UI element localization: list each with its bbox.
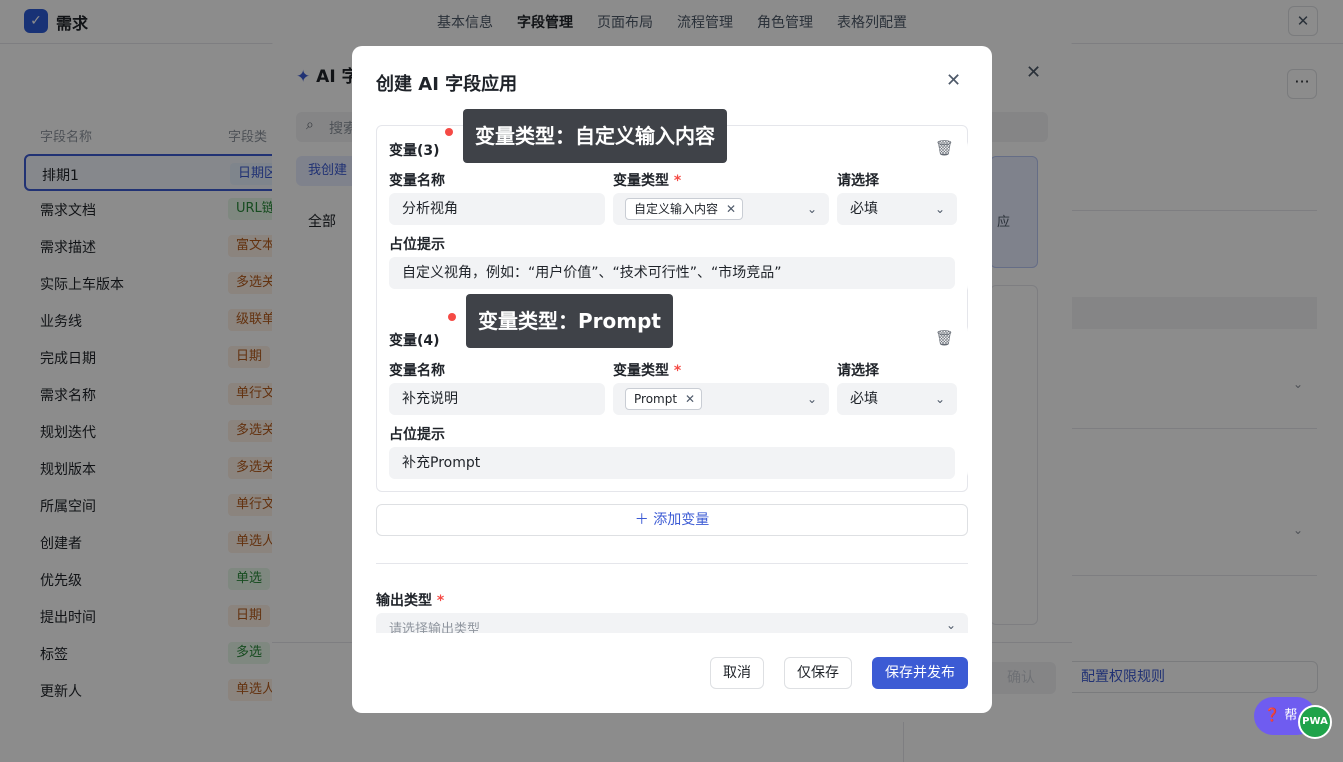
variable-type-select[interactable]: 自定义输入内容 ✕ ⌄	[613, 193, 829, 225]
type-tag: 自定义输入内容 ✕	[625, 198, 744, 220]
help-icon: ❓	[1264, 708, 1281, 723]
save-and-publish-button[interactable]: 保存并发布	[872, 657, 968, 689]
required-mark: *	[673, 173, 682, 189]
tooltip: 变量类型：Prompt	[466, 294, 673, 348]
chevron-down-icon: ⌄	[806, 202, 817, 216]
required-mark: *	[673, 363, 682, 379]
divider	[376, 563, 968, 564]
variable-type-select[interactable]: Prompt ✕ ⌄	[613, 383, 829, 415]
chevron-down-icon: ⌄	[945, 618, 956, 632]
variable-title: 变量(3)	[389, 143, 440, 159]
dialog-title: 创建 AI 字段应用	[376, 74, 518, 95]
variable-type-label: 变量类型 *	[613, 360, 681, 380]
required-select[interactable]: 必填 ⌄	[837, 383, 957, 415]
required-mark: *	[436, 593, 445, 609]
close-icon[interactable]: ✕	[726, 199, 736, 219]
pointer-dot	[448, 313, 456, 321]
chevron-down-icon: ⌄	[934, 202, 945, 216]
variable-title: 变量(4)	[389, 333, 440, 349]
close-icon[interactable]: ✕	[685, 389, 695, 409]
variable-type-label-text: 变量类型	[613, 363, 669, 379]
output-type-label: 输出类型 *	[376, 590, 444, 610]
trash-icon[interactable]: 🗑	[935, 139, 954, 157]
plus-icon: ＋	[634, 512, 649, 528]
variable-name-input[interactable]: 补充说明	[389, 383, 605, 415]
placeholder-hint-input[interactable]: 补充Prompt	[389, 447, 955, 479]
placeholder-hint-label: 占位提示	[389, 427, 445, 443]
help-label: 帮	[1284, 708, 1298, 723]
variable-name-input[interactable]: 分析视角	[389, 193, 605, 225]
variable-name-label: 变量名称	[389, 173, 445, 189]
output-type-label-text: 输出类型	[376, 593, 432, 609]
variable-type-label-text: 变量类型	[613, 173, 669, 189]
tooltip: 变量类型：自定义输入内容	[463, 109, 727, 163]
output-type-placeholder: 请选择输出类型	[389, 622, 481, 633]
required-select[interactable]: 必填 ⌄	[837, 193, 957, 225]
close-icon[interactable]: ✕	[946, 70, 961, 91]
type-tag-label: Prompt	[634, 392, 678, 406]
type-tag-label: 自定义输入内容	[634, 202, 719, 216]
chevron-down-icon: ⌄	[806, 392, 817, 406]
add-variable-button[interactable]: ＋ 添加变量	[376, 504, 968, 536]
required-select-value: 必填	[850, 201, 878, 217]
variable-type-label: 变量类型 *	[613, 170, 681, 190]
type-tag: Prompt ✕	[625, 388, 703, 410]
placeholder-hint-label: 占位提示	[389, 237, 445, 253]
chevron-down-icon: ⌄	[934, 392, 945, 406]
required-select-value: 必填	[850, 391, 878, 407]
cancel-button[interactable]: 取消	[710, 657, 764, 689]
save-only-button[interactable]: 仅保存	[784, 657, 852, 689]
select-label: 请选择	[837, 173, 879, 189]
output-type-select[interactable]: 请选择输出类型 ⌄	[376, 613, 968, 633]
pointer-dot	[445, 128, 453, 136]
trash-icon[interactable]: 🗑	[935, 329, 954, 347]
placeholder-hint-input[interactable]: 自定义视角，例如：“用户价值”、“技术可行性”、“市场竞品”	[389, 257, 955, 289]
select-label: 请选择	[837, 363, 879, 379]
variable-name-label: 变量名称	[389, 363, 445, 379]
add-variable-label: 添加变量	[653, 512, 710, 528]
pwa-badge[interactable]: PWA	[1298, 705, 1332, 739]
